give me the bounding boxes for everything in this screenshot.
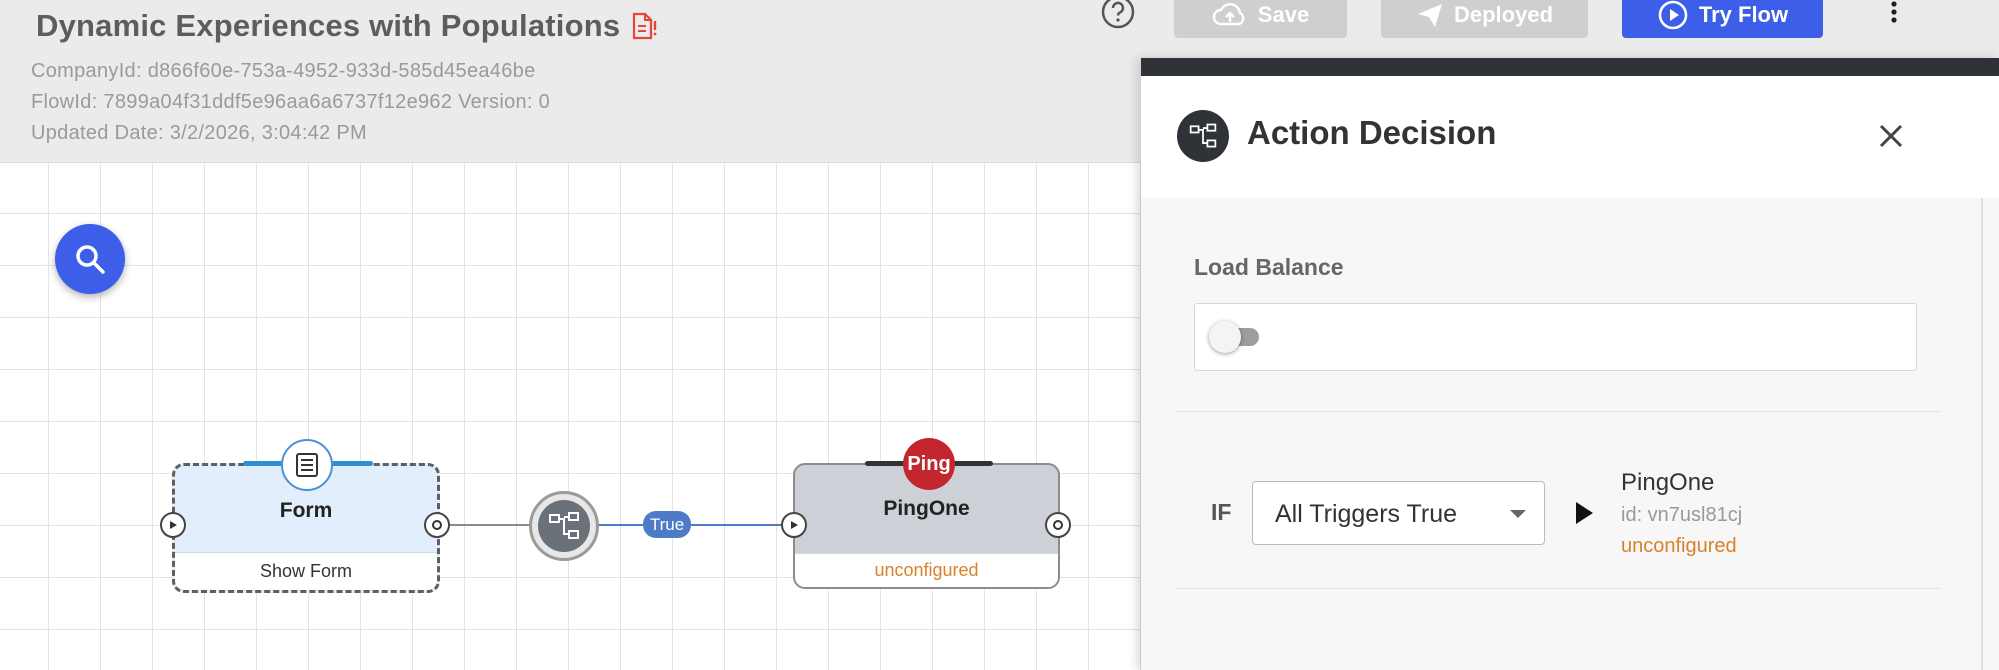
document-warning-icon[interactable] [628, 11, 658, 41]
pingone-node-title: PingOne [883, 497, 970, 520]
page-title: Dynamic Experiences with Populations [36, 8, 621, 43]
pingone-output-port-icon[interactable] [1045, 512, 1071, 538]
load-balance-label: Load Balance [1194, 254, 1344, 280]
chevron-down-icon [1510, 510, 1526, 518]
deployed-label: Deployed [1453, 2, 1554, 27]
ping-logo: Ping [903, 438, 955, 490]
form-icon [281, 439, 333, 491]
panel-title: Action Decision [1247, 114, 1497, 151]
true-label[interactable]: True [643, 511, 691, 538]
help-icon[interactable] [1100, 0, 1136, 30]
decision-icon [1177, 110, 1229, 162]
close-icon[interactable] [1871, 116, 1911, 156]
target-node-id: id: vn7usl81cj [1621, 504, 1743, 526]
pingone-node-status: unconfigured [795, 553, 1058, 587]
save-label: Save [1257, 2, 1310, 27]
if-label: IF [1211, 499, 1232, 525]
form-node-subtitle: Show Form [175, 552, 437, 590]
load-balance-toggle-knob[interactable] [1209, 321, 1241, 353]
form-input-port-icon[interactable] [160, 512, 186, 538]
divider [1175, 588, 1940, 589]
play-arrow-icon [1576, 502, 1593, 524]
panel-scrollbar[interactable] [1981, 198, 1983, 670]
save-button[interactable]: Save [1174, 0, 1347, 38]
company-id: CompanyId: d866f60e-753a-4952-933d-585d4… [31, 60, 536, 82]
load-balance-field [1194, 303, 1917, 371]
panel-header: Action Decision [1141, 76, 1999, 198]
form-node-title: Form [279, 499, 333, 522]
trigger-mode-select[interactable]: All Triggers True [1252, 481, 1545, 545]
connector-form-decision [450, 524, 531, 526]
search-icon [76, 245, 105, 274]
decision-node[interactable] [529, 491, 599, 561]
more-options-icon[interactable] [1880, 0, 1908, 28]
try-flow-button[interactable]: Try Flow [1622, 0, 1823, 38]
play-circle-icon [1658, 0, 1688, 30]
updated-date: Updated Date: 3/2/2026, 3:04:42 PM [31, 122, 367, 144]
cloud-upload-icon [1212, 3, 1245, 26]
trigger-mode-value: All Triggers True [1275, 500, 1458, 528]
divider [1175, 411, 1940, 412]
target-node-status: unconfigured [1621, 535, 1737, 557]
action-decision-panel: Action Decision Load Balance IF All Trig… [1141, 58, 1999, 670]
try-flow-label: Try Flow [1698, 2, 1789, 27]
target-node-name[interactable]: PingOne [1621, 469, 1714, 497]
flow-canvas[interactable] [0, 163, 1145, 670]
title-row: Dynamic Experiences with Populations [36, 8, 658, 44]
pingone-node[interactable]: Ping PingOne unconfigured [793, 438, 1060, 589]
flow-id: FlowId: 7899a04f31ddf5e96aa6a6737f12e962… [31, 91, 551, 113]
pingone-input-port-icon[interactable] [781, 512, 807, 538]
send-icon [1417, 4, 1442, 27]
deployed-button[interactable]: Deployed [1381, 0, 1588, 38]
decision-icon [538, 500, 590, 552]
form-output-port-icon[interactable] [424, 512, 450, 538]
form-node[interactable]: Form Show Form [172, 439, 440, 593]
search-button[interactable] [55, 224, 125, 294]
